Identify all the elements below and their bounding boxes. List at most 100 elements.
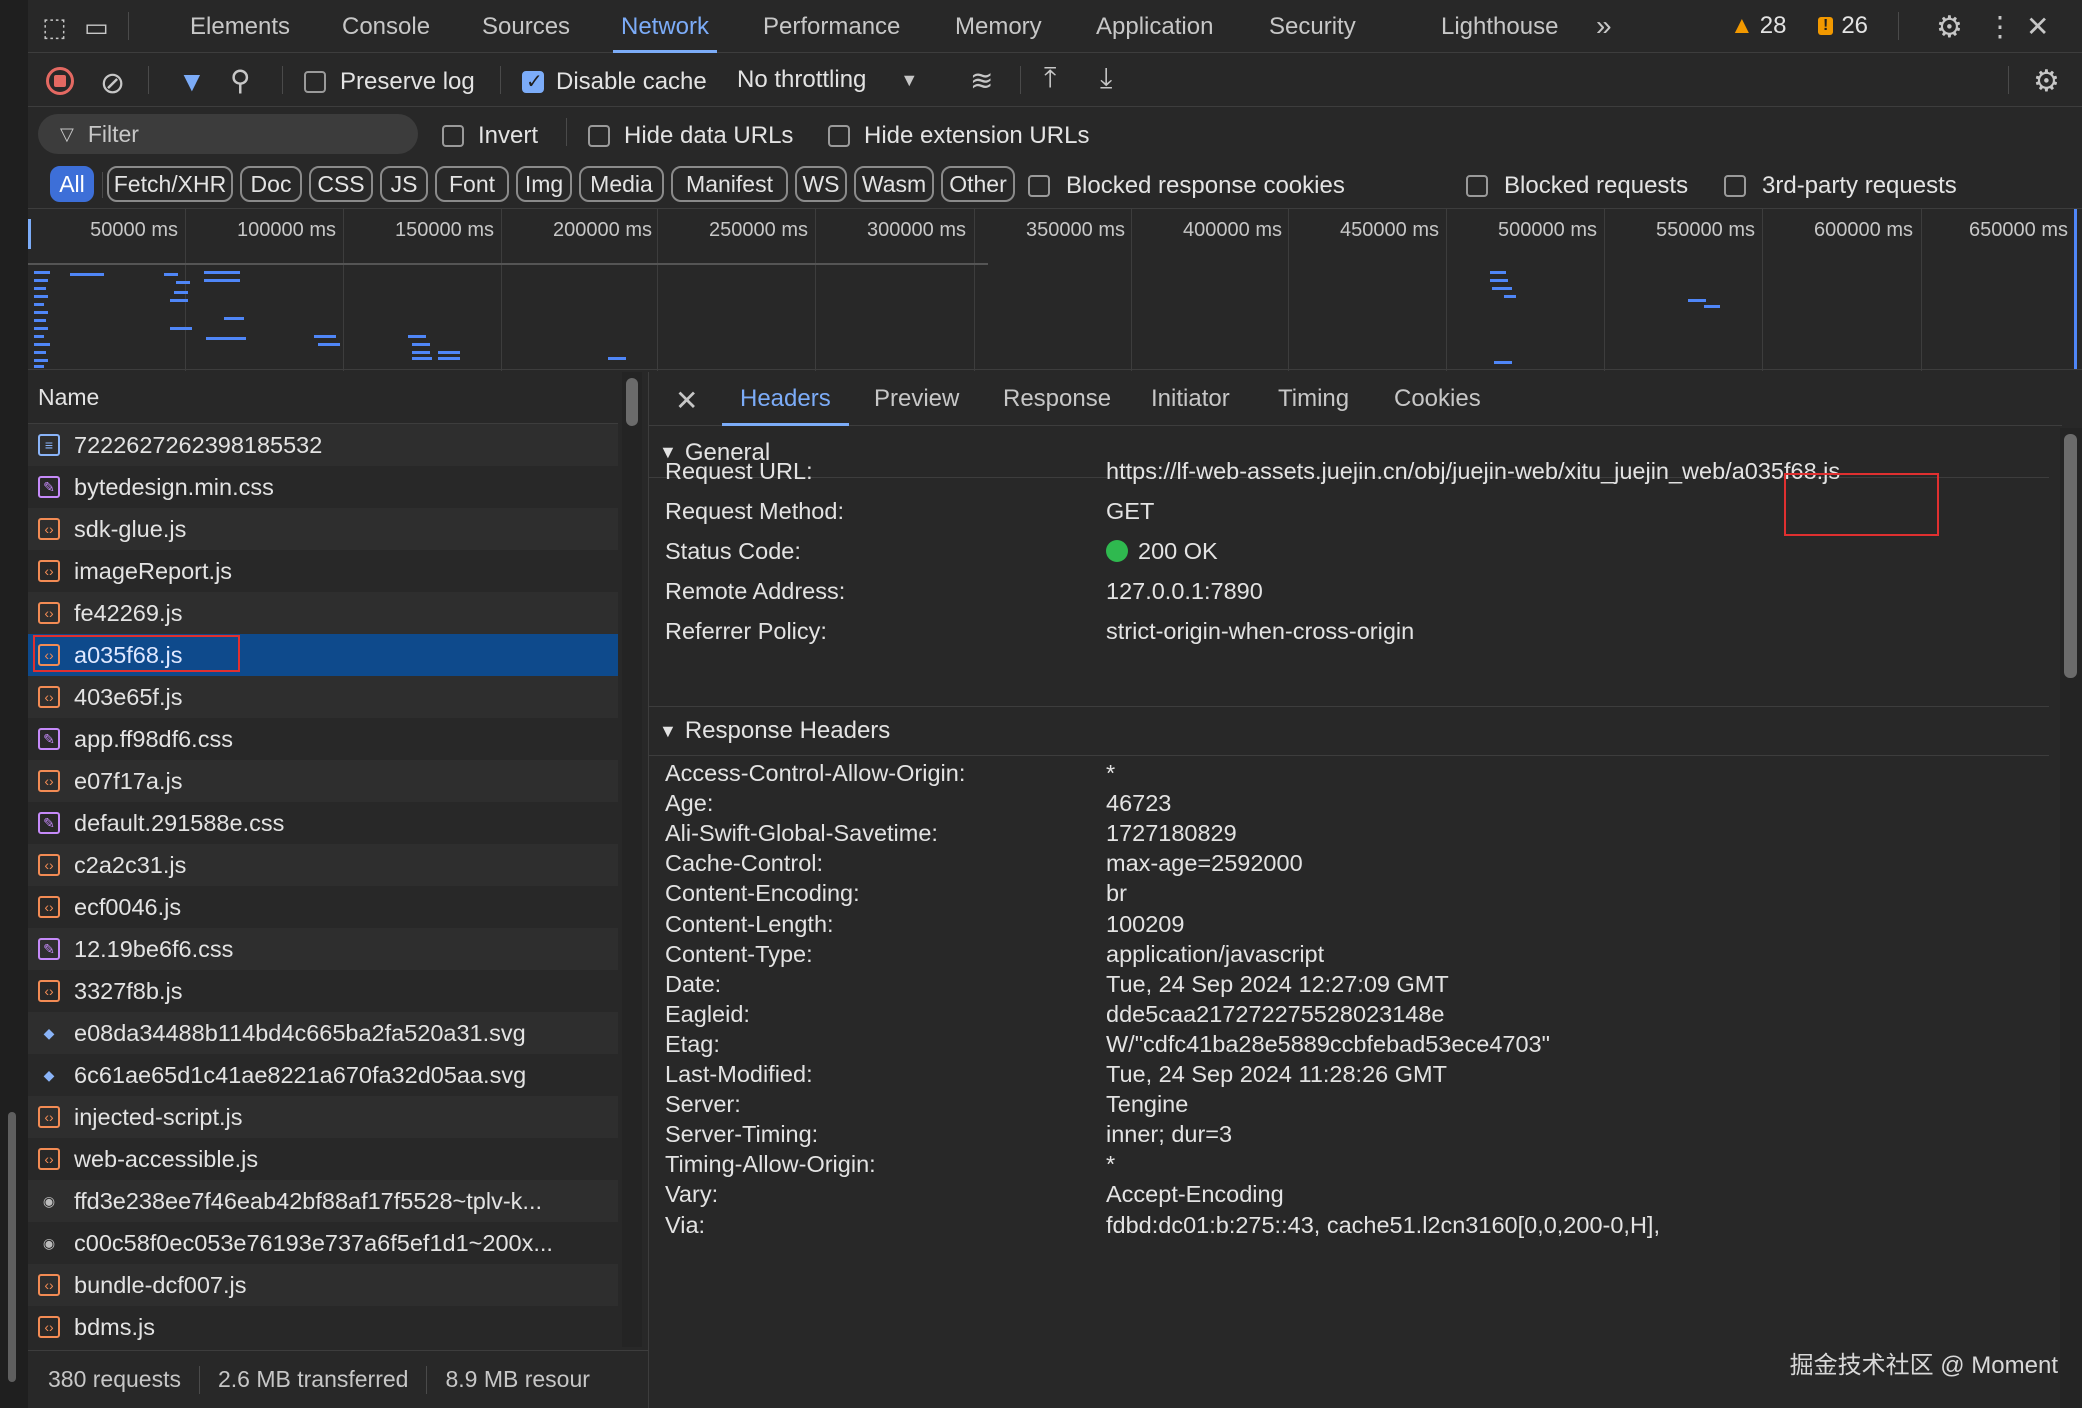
tab-headers[interactable]: Headers xyxy=(722,372,849,426)
hide-extension-urls-checkbox[interactable] xyxy=(828,125,850,147)
tab-response[interactable]: Response xyxy=(1003,372,1111,426)
chip-all[interactable]: All xyxy=(50,166,94,202)
header-value[interactable]: GET xyxy=(1106,498,1154,525)
chip-ws[interactable]: WS xyxy=(795,166,847,202)
chip-img[interactable]: Img xyxy=(516,166,572,202)
blocked-cookies-toggle[interactable]: Blocked response cookies xyxy=(1028,172,1345,200)
tab-console[interactable]: Console xyxy=(342,0,430,53)
header-value[interactable]: fdbd:dc01:b:275::43, cache51.l2cn3160[0,… xyxy=(1106,1212,1660,1239)
network-overview-timeline[interactable]: 50000 ms 100000 ms 150000 ms 200000 ms 2… xyxy=(28,208,2082,371)
chip-js[interactable]: JS xyxy=(380,166,428,202)
request-row[interactable]: ◉ c00c58f0ec053e76193e737a6f5ef1d1~200x..… xyxy=(28,1222,618,1264)
tab-network[interactable]: Network xyxy=(612,0,718,53)
tab-initiator[interactable]: Initiator xyxy=(1151,372,1230,426)
header-value[interactable]: 200 OK xyxy=(1138,538,1218,565)
request-row[interactable]: ◆ 6c61ae65d1c41ae8221a670fa32d05aa.svg xyxy=(28,1054,618,1096)
disable-cache-toggle[interactable]: Disable cache xyxy=(522,68,707,96)
request-row[interactable]: ✎ bytedesign.min.css xyxy=(28,466,618,508)
header-value[interactable]: 127.0.0.1:7890 xyxy=(1106,578,1263,605)
chip-css[interactable]: CSS xyxy=(309,166,373,202)
header-value[interactable]: application/javascript xyxy=(1106,941,1324,968)
request-row[interactable]: ‹› c2a2c31.js xyxy=(28,844,618,886)
header-value[interactable]: 100209 xyxy=(1106,911,1184,938)
kebab-menu-icon[interactable]: ⋮ xyxy=(1986,10,2014,43)
inspect-element-icon[interactable]: ⬚ xyxy=(42,12,67,43)
chip-doc[interactable]: Doc xyxy=(240,166,302,202)
request-row[interactable]: ‹› injected-script.js xyxy=(28,1096,618,1138)
response-headers-section-header[interactable]: ▼ Response Headers xyxy=(649,706,2049,756)
header-value[interactable]: 1727180829 xyxy=(1106,820,1237,847)
search-icon[interactable]: ⚲ xyxy=(230,64,251,97)
device-toolbar-icon[interactable]: ▭ xyxy=(84,12,109,43)
network-settings-icon[interactable]: ⚙ xyxy=(2033,64,2060,99)
header-value[interactable]: W/"cdfc41ba28e5889ccbfebad53ece4703" xyxy=(1106,1031,1550,1058)
name-column-header[interactable]: Name xyxy=(28,372,618,424)
filter-toggle-icon[interactable]: ▼ xyxy=(178,66,206,98)
tab-lighthouse[interactable]: Lighthouse xyxy=(1441,0,1558,53)
header-value[interactable]: https://lf-web-assets.juejin.cn/obj/juej… xyxy=(1106,458,1840,485)
request-row[interactable]: ‹› fe42269.js xyxy=(28,592,618,634)
issues-counter[interactable]: ! 26 xyxy=(1818,12,1868,40)
warnings-counter[interactable]: ▲ 28 xyxy=(1730,12,1786,40)
request-row[interactable]: ◉ ffd3e238ee7f46eab42bf88af17f5528~tplv-k… xyxy=(28,1180,618,1222)
tab-memory[interactable]: Memory xyxy=(955,0,1042,53)
request-row[interactable]: ‹› 3327f8b.js xyxy=(28,970,618,1012)
tab-sources[interactable]: Sources xyxy=(482,0,570,53)
request-row[interactable]: ◆ e08da34488b114bd4c665ba2fa520a31.svg xyxy=(28,1012,618,1054)
tab-elements[interactable]: Elements xyxy=(190,0,290,53)
request-list-scroll-thumb[interactable] xyxy=(626,378,638,426)
request-row[interactable]: ≡ 7222627262398185532 xyxy=(28,424,618,466)
clear-log-icon[interactable]: ⊘ xyxy=(100,66,125,101)
request-row[interactable]: ‹› e07f17a.js xyxy=(28,760,618,802)
export-har-icon[interactable]: ⤓ xyxy=(1100,62,1112,95)
blocked-requests-checkbox[interactable] xyxy=(1466,175,1488,197)
close-devtools-icon[interactable]: ✕ xyxy=(2026,10,2049,43)
header-value[interactable]: max-age=2592000 xyxy=(1106,850,1303,877)
chip-manifest[interactable]: Manifest xyxy=(671,166,788,202)
hide-data-urls-toggle[interactable]: Hide data URLs xyxy=(588,122,793,150)
tab-performance[interactable]: Performance xyxy=(763,0,900,53)
import-har-icon[interactable]: ⤒ xyxy=(1044,62,1056,95)
header-value[interactable]: Tue, 24 Sep 2024 11:28:26 GMT xyxy=(1106,1061,1447,1088)
request-row[interactable]: ‹› sdk-glue.js xyxy=(28,508,618,550)
tab-preview[interactable]: Preview xyxy=(874,372,959,426)
request-row[interactable]: ‹› web-accessible.js xyxy=(28,1138,618,1180)
preserve-log-toggle[interactable]: Preserve log xyxy=(304,68,475,96)
filter-input[interactable]: ▽ Filter xyxy=(38,114,418,154)
chip-media[interactable]: Media xyxy=(579,166,664,202)
third-party-checkbox[interactable] xyxy=(1724,175,1746,197)
invert-checkbox[interactable] xyxy=(442,125,464,147)
header-value[interactable]: * xyxy=(1106,760,1115,787)
chip-font[interactable]: Font xyxy=(435,166,509,202)
hide-extension-urls-toggle[interactable]: Hide extension URLs xyxy=(828,122,1089,150)
header-value[interactable]: Accept-Encoding xyxy=(1106,1181,1284,1208)
tab-cookies[interactable]: Cookies xyxy=(1394,372,1481,426)
detail-scroll-thumb[interactable] xyxy=(2064,434,2077,678)
detail-scrollbar[interactable] xyxy=(2060,428,2082,1408)
chip-wasm[interactable]: Wasm xyxy=(854,166,934,202)
blocked-cookies-checkbox[interactable] xyxy=(1028,175,1050,197)
header-value[interactable]: br xyxy=(1106,880,1127,907)
chip-other[interactable]: Other xyxy=(941,166,1015,202)
header-value[interactable]: dde5caa217272275528023148e xyxy=(1106,1001,1445,1028)
record-stop-button[interactable] xyxy=(46,67,74,95)
header-value[interactable]: inner; dur=3 xyxy=(1106,1121,1232,1148)
request-row[interactable]: ‹› 403e65f.js xyxy=(28,676,618,718)
header-value[interactable]: 46723 xyxy=(1106,790,1171,817)
header-value[interactable]: strict-origin-when-cross-origin xyxy=(1106,618,1414,645)
network-conditions-icon[interactable]: ≋ xyxy=(970,64,993,97)
close-detail-icon[interactable]: ✕ xyxy=(675,384,698,417)
timeline-handle-left[interactable] xyxy=(28,219,31,249)
third-party-toggle[interactable]: 3rd-party requests xyxy=(1724,172,1957,200)
request-row[interactable]: ‹› imageReport.js xyxy=(28,550,618,592)
blocked-requests-toggle[interactable]: Blocked requests xyxy=(1466,172,1688,200)
more-tabs-icon[interactable]: » xyxy=(1596,10,1612,42)
request-row[interactable]: ‹› bundle-dcf007.js xyxy=(28,1264,618,1306)
timeline-handle-right[interactable] xyxy=(2074,209,2077,369)
settings-gear-icon[interactable]: ⚙ xyxy=(1936,10,1963,45)
header-value[interactable]: Tengine xyxy=(1106,1091,1188,1118)
tab-application[interactable]: Application xyxy=(1096,0,1213,53)
request-row[interactable]: ✎ default.291588e.css xyxy=(28,802,618,844)
disable-cache-checkbox[interactable] xyxy=(522,69,544,94)
request-list-scrollbar[interactable] xyxy=(622,372,642,1347)
